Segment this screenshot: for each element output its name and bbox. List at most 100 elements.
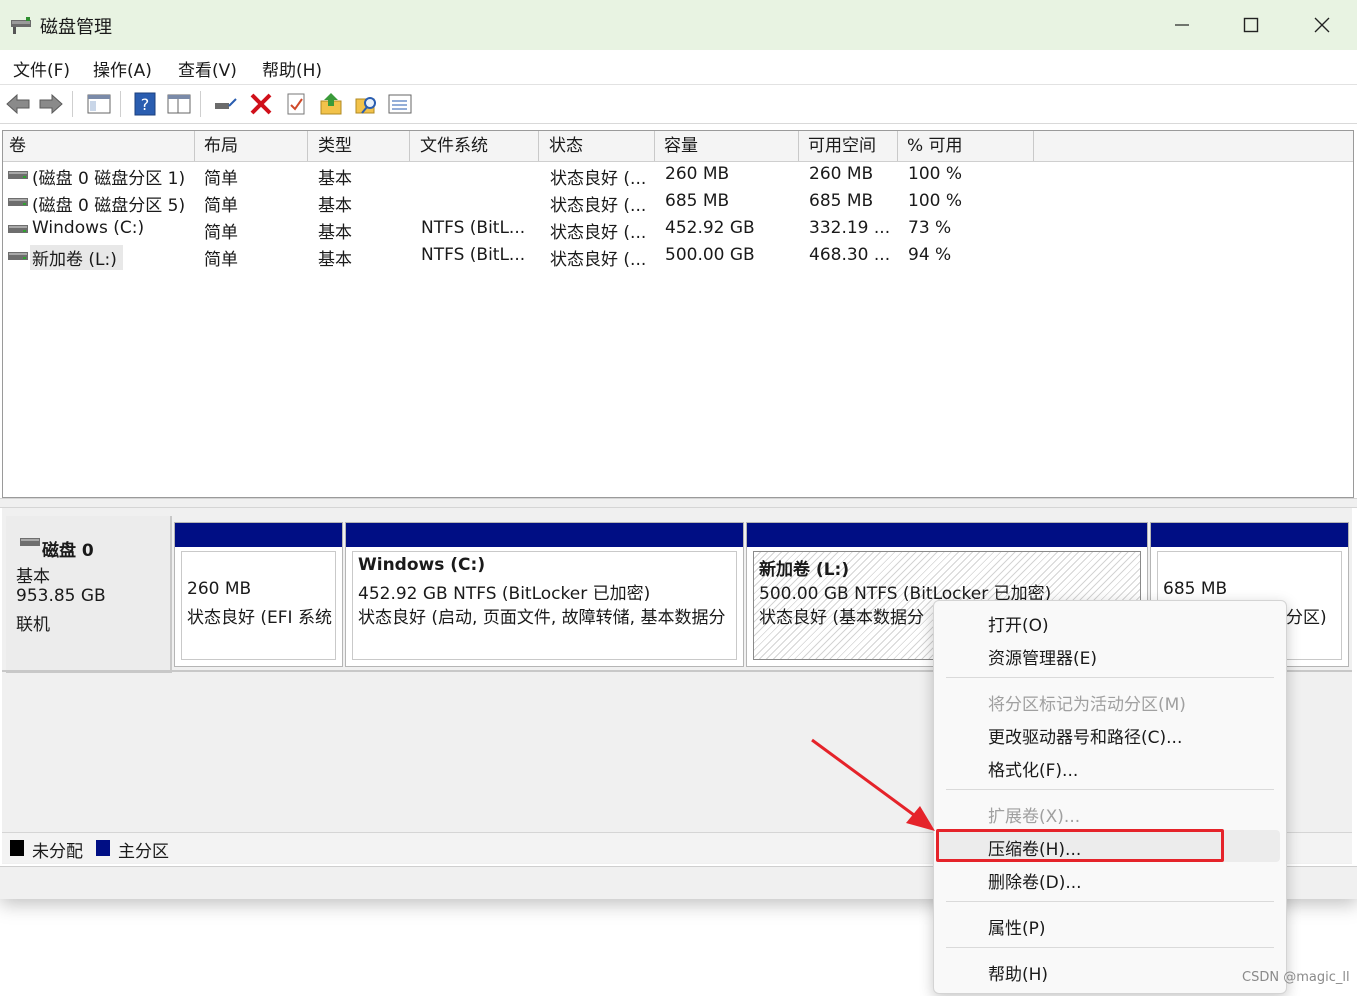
menu-separator — [946, 901, 1274, 902]
volume-percent-free: 94 % — [908, 245, 952, 265]
disk-name: 磁盘 0 — [42, 541, 94, 561]
menu-separator — [946, 947, 1274, 948]
menu-help[interactable]: 帮助(H) — [262, 56, 322, 81]
menu-item-properties[interactable]: 属性(P) — [988, 914, 1046, 939]
partition-color-bar — [346, 523, 743, 547]
volume-percent-free: 100 % — [908, 191, 963, 211]
export-icon[interactable] — [318, 91, 344, 117]
toolbar-separator — [200, 91, 201, 117]
column-header-capacity[interactable]: 容量 — [658, 131, 799, 161]
volume-row-selected[interactable]: 新加卷 (L:) 简单 基本 NTFS (BitL... 状态良好 (... 5… — [3, 243, 1353, 270]
column-header-percent-free[interactable]: % 可用 — [901, 131, 1034, 161]
menu-item-delete-volume[interactable]: 删除卷(D)... — [988, 868, 1082, 893]
volume-capacity: 452.92 GB — [665, 218, 755, 238]
toolbar: ? — [0, 85, 1357, 124]
menu-item-explore[interactable]: 资源管理器(E) — [988, 644, 1097, 669]
menu-item-change-drive-letter[interactable]: 更改驱动器号和路径(C)... — [988, 723, 1182, 748]
volume-layout: 简单 — [204, 250, 238, 270]
partition-windows-c[interactable]: Windows (C:) 452.92 GB NTFS (BitLocker 已… — [345, 522, 744, 667]
close-button[interactable] — [1287, 0, 1357, 50]
watermark-text: CSDN @magic_ll — [1242, 970, 1350, 985]
column-header-filesystem[interactable]: 文件系统 — [414, 131, 539, 161]
volume-percent-free: 100 % — [908, 164, 963, 184]
volume-name: Windows (C:) — [32, 218, 145, 238]
partition-size: 260 MB — [187, 579, 252, 599]
legend-label-primary: 主分区 — [118, 842, 169, 862]
volume-percent-free: 73 % — [908, 218, 952, 238]
search-folder-icon[interactable] — [353, 91, 379, 117]
volume-status: 状态良好 (... — [550, 169, 647, 189]
volume-filesystem: NTFS (BitL... — [421, 245, 526, 265]
properties-check-icon[interactable] — [283, 91, 309, 117]
volume-status: 状态良好 (... — [550, 250, 647, 270]
partition-status: 状态良好 (EFI 系统 — [187, 608, 332, 628]
menu-item-format[interactable]: 格式化(F)... — [988, 756, 1078, 781]
column-header-status[interactable]: 状态 — [543, 131, 655, 161]
title-bar: 磁盘管理 — [0, 0, 1357, 50]
disk-state: 联机 — [16, 615, 50, 635]
disk-icon — [20, 538, 40, 546]
volume-capacity: 260 MB — [665, 164, 730, 184]
legend-swatch-primary — [96, 840, 110, 856]
disk-info-panel[interactable]: 磁盘 0 基本 953.85 GB 联机 — [6, 516, 172, 673]
maximize-button[interactable] — [1216, 0, 1286, 50]
console-tree-icon[interactable] — [86, 91, 112, 117]
volume-row[interactable]: (磁盘 0 磁盘分区 1) 简单 基本 状态良好 (... 260 MB 260… — [3, 162, 1353, 189]
volume-type: 基本 — [318, 250, 352, 270]
column-header-free-space[interactable]: 可用空间 — [802, 131, 898, 161]
menu-item-help[interactable]: 帮助(H) — [988, 960, 1048, 985]
partition-title: 新加卷 (L:) — [759, 560, 850, 580]
menu-item-extend-volume: 扩展卷(X)... — [988, 807, 1081, 827]
volume-layout: 简单 — [204, 196, 238, 216]
context-menu: 打开(O) 资源管理器(E) 将分区标记为活动分区(M) 更改驱动器号和路径(C… — [933, 600, 1287, 994]
disk-kind: 基本 — [16, 567, 50, 587]
volume-status: 状态良好 (... — [550, 223, 647, 243]
minimize-button[interactable] — [1147, 0, 1217, 50]
volume-free-space: 468.30 ... — [809, 245, 891, 265]
volume-row[interactable]: Windows (C:) 简单 基本 NTFS (BitL... 状态良好 (.… — [3, 216, 1353, 243]
partition-color-bar — [1151, 523, 1348, 547]
list-view-icon[interactable] — [387, 91, 413, 117]
menu-bar: 文件(F) 操作(A) 查看(V) 帮助(H) — [0, 50, 1357, 85]
menu-separator — [946, 677, 1274, 678]
connect-icon[interactable] — [212, 91, 238, 117]
back-arrow-icon[interactable] — [5, 91, 31, 117]
volume-free-space: 685 MB — [809, 191, 874, 211]
volume-list-header: 卷 布局 类型 文件系统 状态 容量 可用空间 % 可用 — [3, 131, 1353, 162]
highlight-box-annotation — [936, 829, 1224, 862]
column-header-layout[interactable]: 布局 — [198, 131, 308, 161]
volume-row[interactable]: (磁盘 0 磁盘分区 5) 简单 基本 状态良好 (... 685 MB 685… — [3, 189, 1353, 216]
partition-efi[interactable]: 260 MB 状态良好 (EFI 系统 — [174, 522, 343, 667]
partition-color-bar — [747, 523, 1147, 547]
partition-body: 260 MB 状态良好 (EFI 系统 — [181, 551, 336, 660]
delete-icon[interactable] — [248, 91, 274, 117]
svg-text:?: ? — [141, 95, 150, 114]
menu-item-open[interactable]: 打开(O) — [988, 611, 1049, 636]
close-icon — [1314, 17, 1330, 33]
disk-size: 953.85 GB — [16, 586, 106, 606]
help-icon[interactable]: ? — [132, 91, 158, 117]
menu-view[interactable]: 查看(V) — [178, 56, 237, 81]
menu-action[interactable]: 操作(A) — [93, 56, 152, 81]
volume-type: 基本 — [318, 169, 352, 189]
menu-file[interactable]: 文件(F) — [13, 56, 70, 81]
partition-status: 状态良好 (基本数据分 — [759, 608, 925, 628]
disk-management-app-icon — [11, 17, 31, 34]
menu-item-mark-active: 将分区标记为活动分区(M) — [988, 695, 1186, 715]
column-header-type[interactable]: 类型 — [312, 131, 410, 161]
partition-status: 分区) — [1286, 608, 1327, 628]
menu-separator — [946, 789, 1274, 790]
volume-filesystem: NTFS (BitL... — [421, 218, 526, 238]
partition-color-bar — [175, 523, 342, 547]
volume-name: (磁盘 0 磁盘分区 5) — [32, 196, 186, 216]
forward-arrow-icon[interactable] — [38, 91, 64, 117]
show-hide-icon[interactable] — [166, 91, 192, 117]
volume-type: 基本 — [318, 196, 352, 216]
window-title: 磁盘管理 — [40, 17, 112, 38]
partition-body: Windows (C:) 452.92 GB NTFS (BitLocker 已… — [352, 551, 737, 660]
legend-swatch-unallocated — [10, 840, 24, 856]
toolbar-separator — [120, 91, 121, 117]
column-header-volume[interactable]: 卷 — [3, 131, 195, 161]
volume-name: (磁盘 0 磁盘分区 1) — [32, 169, 186, 189]
pane-splitter[interactable] — [0, 498, 1357, 508]
